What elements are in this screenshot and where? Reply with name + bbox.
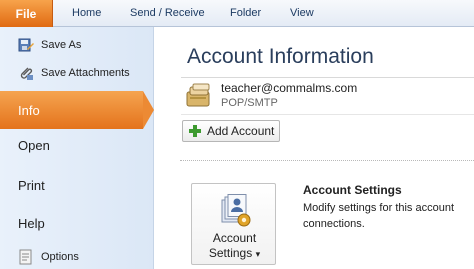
account-email: teacher@commalms.com [221,81,358,95]
account-selector[interactable]: teacher@commalms.com POP/SMTP [181,77,474,115]
page-title: Account Information [187,45,374,68]
tab-send-receive[interactable]: Send / Receive [130,0,205,26]
account-settings-description-line2: connections. [303,218,365,230]
account-settings-button-label-line2: Settings ▾ [192,246,277,260]
account-type: POP/SMTP [221,97,278,109]
ribbon-tab-bar: File Home Send / Receive Folder View [0,0,474,27]
nav-save-attachments[interactable]: Save Attachments [0,62,153,84]
nav-help[interactable]: Help [0,204,153,242]
paperclip-icon [20,67,33,80]
nav-help-label: Help [18,215,45,231]
nav-print-label: Print [18,177,45,193]
options-icon [19,249,32,265]
account-settings-description-line1: Modify settings for this account [303,202,455,214]
nav-print[interactable]: Print [0,166,153,204]
nav-info[interactable]: Info [0,91,143,129]
nav-options[interactable]: Options [0,246,153,268]
tab-home[interactable]: Home [72,0,101,26]
nav-open-label: Open [18,137,50,153]
backstage-nav: Save As Save Attachments Open Print Help… [0,27,154,269]
section-divider [180,160,474,161]
tab-file[interactable]: File [0,0,53,27]
account-settings-button[interactable]: Account Settings ▾ [191,183,276,265]
nav-save-as-label: Save As [41,39,82,51]
account-settings-button-label-line1: Account [212,231,257,245]
save-as-icon [18,38,34,52]
account-settings-icon [221,194,251,227]
nav-open[interactable]: Open [0,126,153,164]
add-account-button[interactable]: Add Account [182,120,280,142]
nav-save-as[interactable]: Save As [0,34,153,56]
tab-folder[interactable]: Folder [230,0,261,26]
tab-view[interactable]: View [290,0,314,26]
account-settings-button-label-text: Settings [208,246,253,260]
chevron-down-icon: ▾ [255,249,261,259]
nav-options-label: Options [41,251,79,263]
nav-info-label: Info [18,102,40,118]
add-account-label: Add Account [207,124,275,138]
nav-info-pointer [143,91,154,129]
account-settings-heading: Account Settings [303,183,402,197]
nav-save-attachments-label: Save Attachments [41,67,130,79]
plus-icon [189,125,201,137]
mailbox-icon [186,83,210,107]
